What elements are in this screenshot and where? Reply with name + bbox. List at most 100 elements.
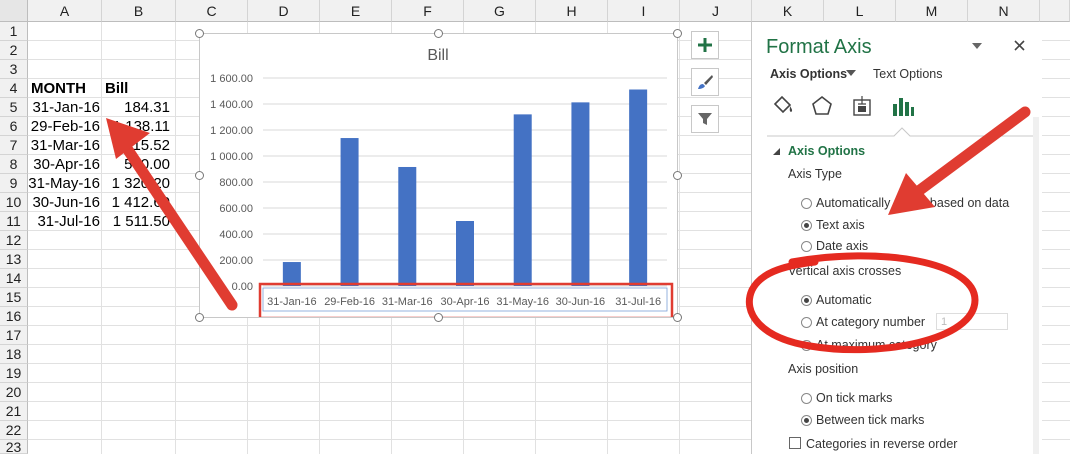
x-tick-label[interactable]: 30-Jun-16: [556, 296, 606, 308]
reverse-order-checkbox[interactable]: [789, 437, 801, 449]
effects-pentagon-icon[interactable]: [810, 94, 834, 118]
x-tick-label[interactable]: 31-May-16: [496, 296, 549, 308]
radio-auto-select[interactable]: [801, 198, 812, 209]
chart-title[interactable]: Bill: [427, 47, 448, 64]
x-tick-label[interactable]: 31-Jul-16: [615, 296, 661, 308]
resize-handle[interactable]: [434, 313, 443, 322]
resize-handle[interactable]: [195, 171, 204, 180]
cell-a4-month-header[interactable]: MONTH: [31, 79, 86, 98]
resize-handle[interactable]: [673, 313, 682, 322]
row-header-5[interactable]: 5: [0, 98, 28, 117]
column-header-b[interactable]: B: [102, 0, 176, 22]
bar[interactable]: [629, 89, 648, 286]
category-number-input[interactable]: 1: [936, 313, 1008, 330]
cell-bill[interactable]: 1 412.60: [102, 193, 170, 212]
cell-bill[interactable]: 1 511.50: [102, 212, 170, 231]
radio-on-tick-marks-label[interactable]: On tick marks: [816, 391, 892, 405]
cell-bill[interactable]: 500.00: [102, 155, 170, 174]
column-header-e[interactable]: E: [320, 0, 392, 22]
pane-options-dropdown-icon[interactable]: [972, 42, 982, 50]
chart-styles-button[interactable]: [691, 68, 719, 96]
cell-month[interactable]: 30-Apr-16: [28, 155, 100, 174]
row-header-19[interactable]: 19: [0, 364, 28, 383]
row-header-2[interactable]: 2: [0, 41, 28, 60]
x-tick-label[interactable]: 29-Feb-16: [324, 296, 375, 308]
cell-month[interactable]: 31-Mar-16: [28, 136, 100, 155]
column-header-d[interactable]: D: [248, 0, 320, 22]
row-header-15[interactable]: 15: [0, 288, 28, 307]
cell-b4-bill-header[interactable]: Bill: [105, 79, 128, 98]
row-header-14[interactable]: 14: [0, 269, 28, 288]
row-header-9[interactable]: 9: [0, 174, 28, 193]
format-axis-pane[interactable]: Format Axis Axis Options Text Options Ax…: [751, 22, 1042, 454]
row-header-17[interactable]: 17: [0, 326, 28, 345]
section-axis-options[interactable]: Axis Options: [788, 144, 865, 158]
row-header-13[interactable]: 13: [0, 250, 28, 269]
cell-month[interactable]: 31-Jul-16: [28, 212, 100, 231]
chart-elements-button[interactable]: [691, 31, 719, 59]
reverse-order-label[interactable]: Categories in reverse order: [806, 437, 957, 451]
radio-at-category-number[interactable]: [801, 317, 812, 328]
select-all-corner[interactable]: [0, 0, 28, 22]
column-header-h[interactable]: H: [536, 0, 608, 22]
bar[interactable]: [340, 138, 359, 286]
close-icon[interactable]: [1014, 40, 1025, 51]
x-tick-label[interactable]: 31-Mar-16: [382, 296, 433, 308]
cell-bill[interactable]: 1 320.20: [102, 174, 170, 193]
resize-handle[interactable]: [195, 313, 204, 322]
chart-filters-button[interactable]: [691, 105, 719, 133]
radio-date-axis-label[interactable]: Date axis: [816, 239, 868, 253]
column-header-k[interactable]: K: [752, 0, 824, 22]
cell-bill[interactable]: 184.31: [102, 98, 170, 117]
row-header-21[interactable]: 21: [0, 402, 28, 421]
x-tick-label[interactable]: 31-Jan-16: [267, 296, 317, 308]
cell-month[interactable]: 31-May-16: [28, 174, 100, 193]
radio-between-tick-marks-label[interactable]: Between tick marks: [816, 413, 924, 427]
row-header-22[interactable]: 22: [0, 421, 28, 440]
radio-automatic-label[interactable]: Automatic: [816, 293, 872, 307]
radio-at-category-number-label[interactable]: At category number: [816, 315, 925, 329]
cell-bill[interactable]: 915.52: [102, 136, 170, 155]
radio-automatic[interactable]: [801, 295, 812, 306]
cell-month[interactable]: 30-Jun-16: [28, 193, 100, 212]
pane-scrollbar[interactable]: [1033, 117, 1039, 454]
row-header-23[interactable]: 23: [0, 439, 28, 455]
fill-line-icon[interactable]: [770, 94, 796, 118]
bar[interactable]: [571, 102, 590, 286]
column-header-o[interactable]: [1040, 0, 1070, 22]
row-header-18[interactable]: 18: [0, 345, 28, 364]
row-header-8[interactable]: 8: [0, 155, 28, 174]
column-header-i[interactable]: I: [608, 0, 680, 22]
resize-handle[interactable]: [195, 29, 204, 38]
resize-handle[interactable]: [434, 29, 443, 38]
bar[interactable]: [282, 262, 301, 286]
radio-auto-select-label[interactable]: Automatically select based on data: [816, 196, 1009, 210]
size-properties-icon[interactable]: [850, 94, 876, 118]
column-header-j[interactable]: J: [680, 0, 752, 22]
row-header-16[interactable]: 16: [0, 307, 28, 326]
tab-text-options[interactable]: Text Options: [873, 67, 942, 81]
row-header-12[interactable]: 12: [0, 231, 28, 250]
radio-on-tick-marks[interactable]: [801, 393, 812, 404]
resize-handle[interactable]: [673, 171, 682, 180]
column-header-f[interactable]: F: [392, 0, 464, 22]
tab-axis-options[interactable]: Axis Options: [770, 67, 847, 81]
x-tick-label[interactable]: 30-Apr-16: [441, 296, 490, 308]
row-header-6[interactable]: 6: [0, 117, 28, 136]
chart-area[interactable]: Bill 0.00 200.00 400.00 600.00 800.00 1 000.0…: [195, 29, 682, 322]
bar[interactable]: [513, 114, 532, 287]
radio-at-maximum-category[interactable]: [801, 340, 812, 351]
bar-chart[interactable]: Bill 0.00 200.00 400.00 600.00 800.00 1 000.0…: [200, 34, 677, 317]
radio-between-tick-marks[interactable]: [801, 415, 812, 426]
bar[interactable]: [398, 166, 417, 286]
radio-date-axis[interactable]: [801, 241, 812, 252]
radio-at-maximum-category-label[interactable]: At maximum category: [816, 338, 937, 352]
row-header-1[interactable]: 1: [0, 22, 28, 41]
column-header-g[interactable]: G: [464, 0, 536, 22]
row-header-7[interactable]: 7: [0, 136, 28, 155]
column-header-c[interactable]: C: [176, 0, 248, 22]
collapse-triangle-icon[interactable]: [773, 148, 781, 156]
radio-text-axis[interactable]: [801, 220, 812, 231]
resize-handle[interactable]: [673, 29, 682, 38]
cell-month[interactable]: 29-Feb-16: [28, 117, 100, 136]
